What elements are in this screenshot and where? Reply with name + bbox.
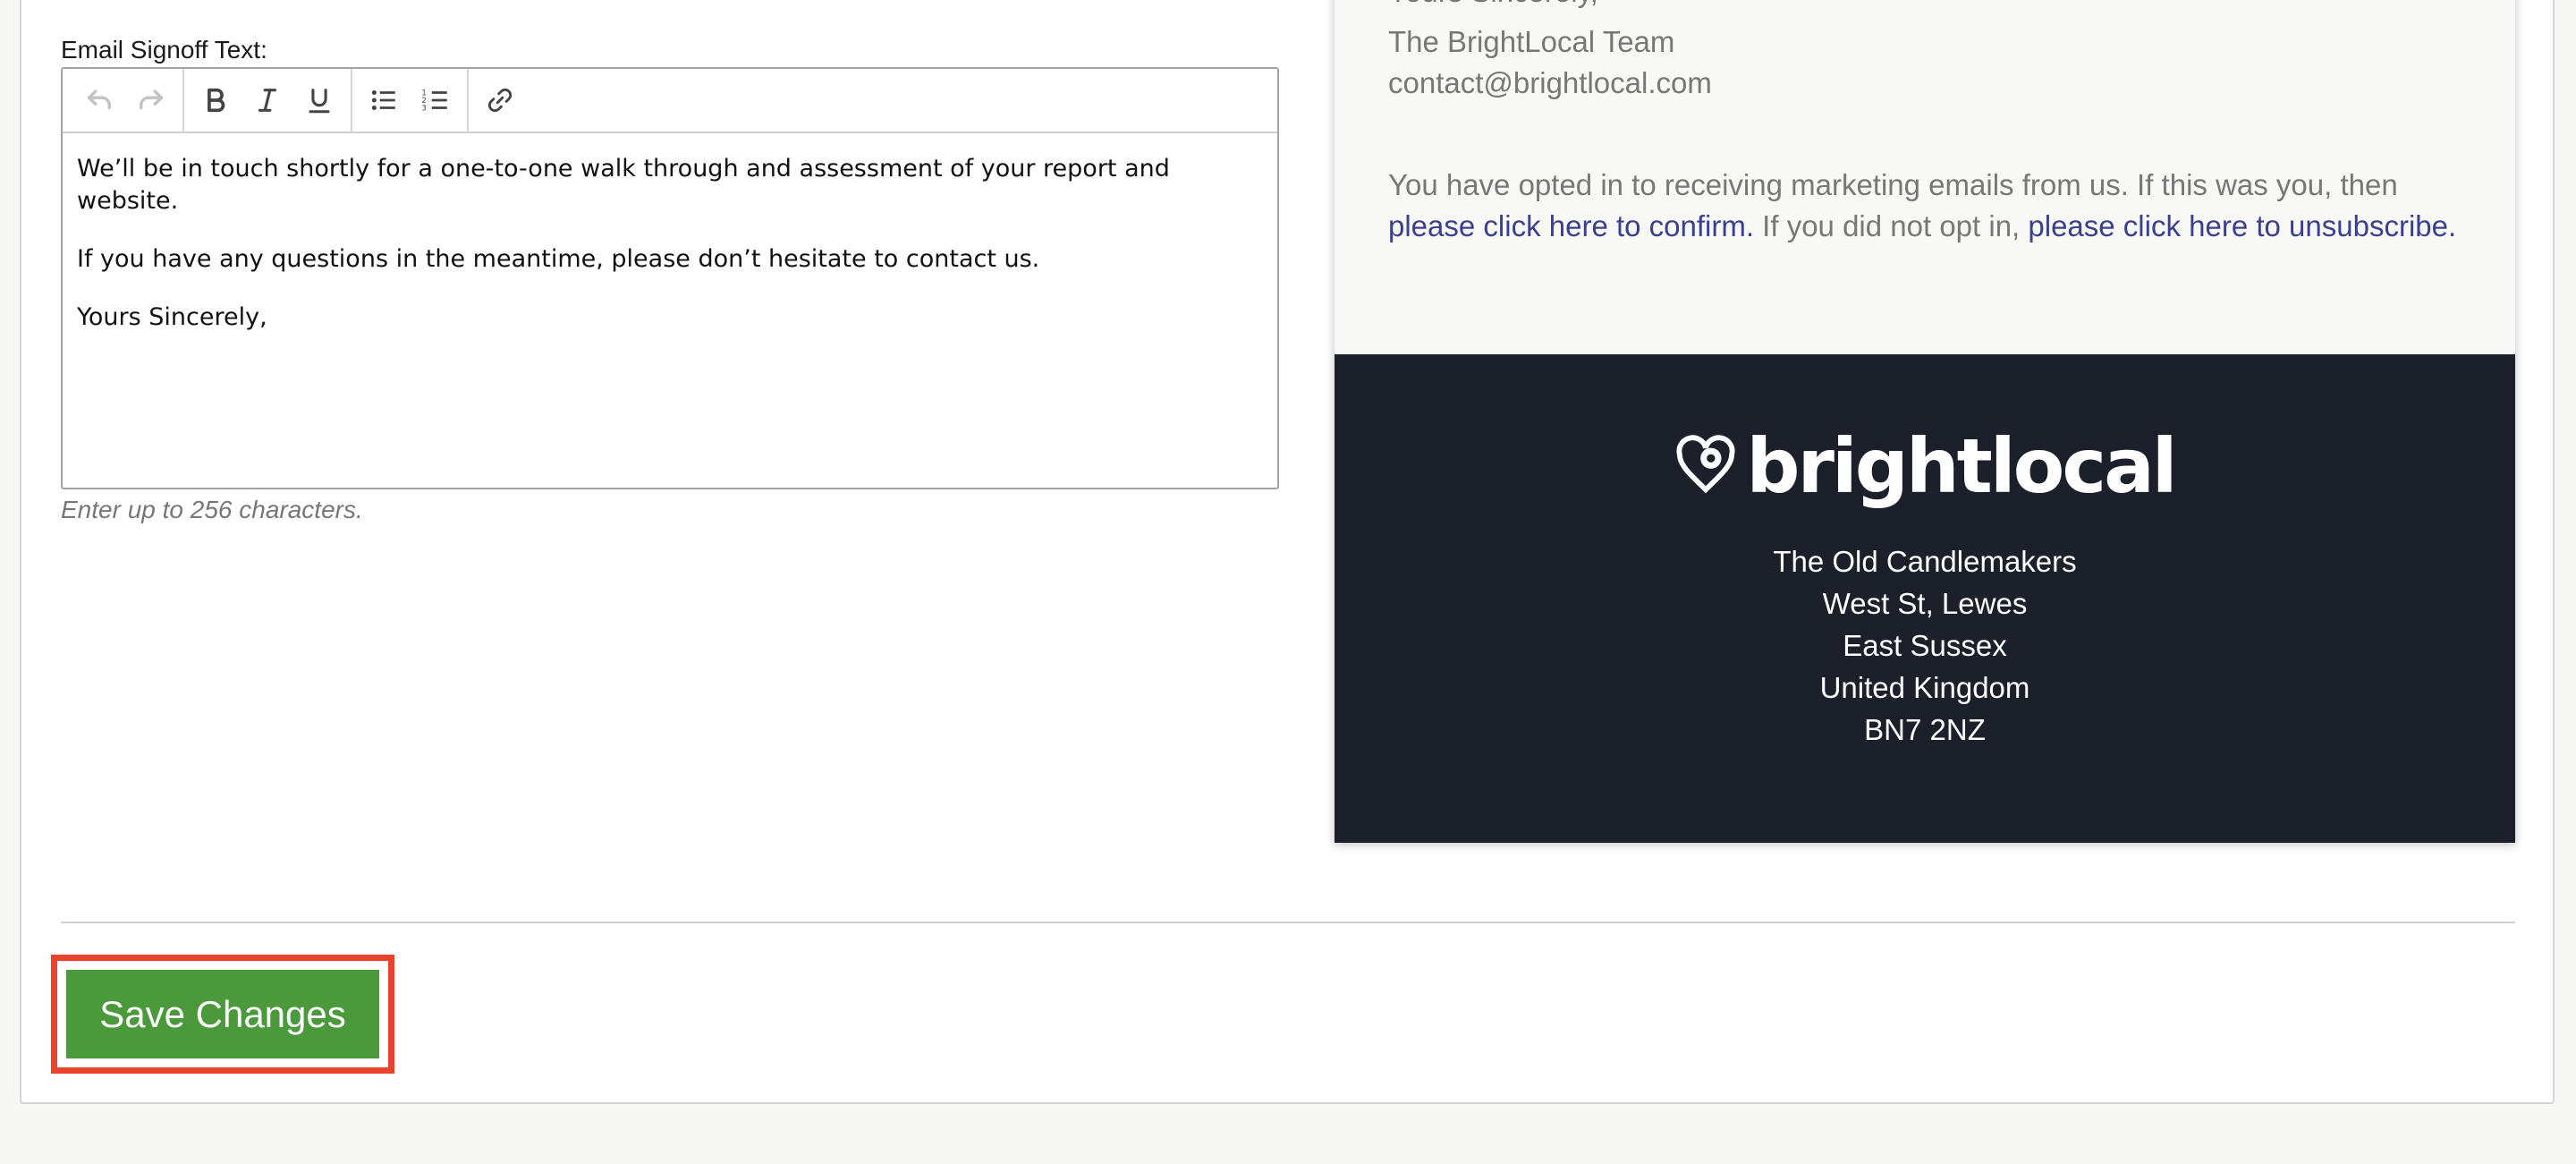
preview-optin-middle-text: If you did not opt in, bbox=[1754, 209, 2029, 242]
save-button-highlight: Save Changes bbox=[51, 955, 394, 1074]
signoff-paragraph: Yours Sincerely, bbox=[77, 303, 267, 331]
section-divider bbox=[61, 922, 2515, 923]
bold-button[interactable] bbox=[190, 75, 242, 125]
preview-footer: brightlocal The Old Candlemakers West St… bbox=[1335, 354, 2515, 843]
undo-icon bbox=[87, 89, 112, 110]
address-line: East Sussex bbox=[1843, 629, 2007, 662]
address-line: BN7 2NZ bbox=[1864, 713, 1986, 746]
editor-toolbar: 123 bbox=[63, 69, 1277, 133]
svg-text:3: 3 bbox=[421, 104, 426, 113]
preview-signoff-cut: Yours Sincerely, bbox=[1388, 0, 1598, 9]
italic-button[interactable] bbox=[242, 75, 293, 125]
preview-body: Yours Sincerely, The BrightLocal Team co… bbox=[1335, 0, 2515, 354]
preview-optin-text: You have opted in to receiving marketing… bbox=[1388, 168, 2398, 201]
numbered-list-icon: 123 bbox=[421, 89, 447, 113]
numbered-list-button[interactable]: 123 bbox=[410, 75, 462, 125]
bold-icon bbox=[208, 88, 225, 113]
company-address: The Old Candlemakers West St, Lewes East… bbox=[1335, 540, 2515, 751]
character-limit-hint: Enter up to 256 characters. bbox=[61, 496, 363, 523]
redo-icon bbox=[139, 89, 164, 110]
preview-contact-email: contact@brightlocal.com bbox=[1388, 66, 1712, 99]
location-heart-icon bbox=[1676, 435, 1735, 494]
link-icon bbox=[487, 88, 513, 113]
signoff-rich-text-editor[interactable]: 123 We’ll be in touch shortly for a one-… bbox=[61, 67, 1279, 489]
signoff-label: Email Signoff Text: bbox=[61, 36, 267, 64]
underline-icon bbox=[309, 89, 330, 114]
address-line: The Old Candlemakers bbox=[1773, 545, 2077, 578]
address-line: United Kingdom bbox=[1819, 671, 2030, 704]
underline-button[interactable] bbox=[293, 75, 345, 125]
redo-button[interactable] bbox=[125, 75, 177, 125]
bulleted-list-button[interactable] bbox=[358, 75, 410, 125]
editor-content[interactable]: We’ll be in touch shortly for a one-to-o… bbox=[63, 133, 1277, 334]
logo-wordmark: brightlocal bbox=[1746, 422, 2177, 510]
bulleted-list-icon bbox=[371, 89, 395, 111]
italic-icon bbox=[258, 89, 277, 112]
brightlocal-logo: brightlocal bbox=[1335, 422, 2515, 510]
save-changes-button[interactable]: Save Changes bbox=[66, 970, 379, 1058]
address-line: West St, Lewes bbox=[1822, 587, 2028, 620]
preview-team-name: The BrightLocal Team bbox=[1388, 25, 1675, 58]
unsubscribe-link[interactable]: please click here to unsubscribe. bbox=[2028, 209, 2456, 242]
link-button[interactable] bbox=[474, 75, 526, 125]
signoff-paragraph: If you have any questions in the meantim… bbox=[77, 245, 1040, 273]
undo-button[interactable] bbox=[73, 75, 125, 125]
preview-optin-links-line: please click here to confirm. If you did… bbox=[1388, 209, 2456, 243]
confirm-optin-link[interactable]: please click here to confirm. bbox=[1388, 209, 1754, 242]
signoff-paragraph: We’ll be in touch shortly for a one-to-o… bbox=[77, 155, 1170, 215]
email-preview: Yours Sincerely, The BrightLocal Team co… bbox=[1335, 0, 2515, 843]
